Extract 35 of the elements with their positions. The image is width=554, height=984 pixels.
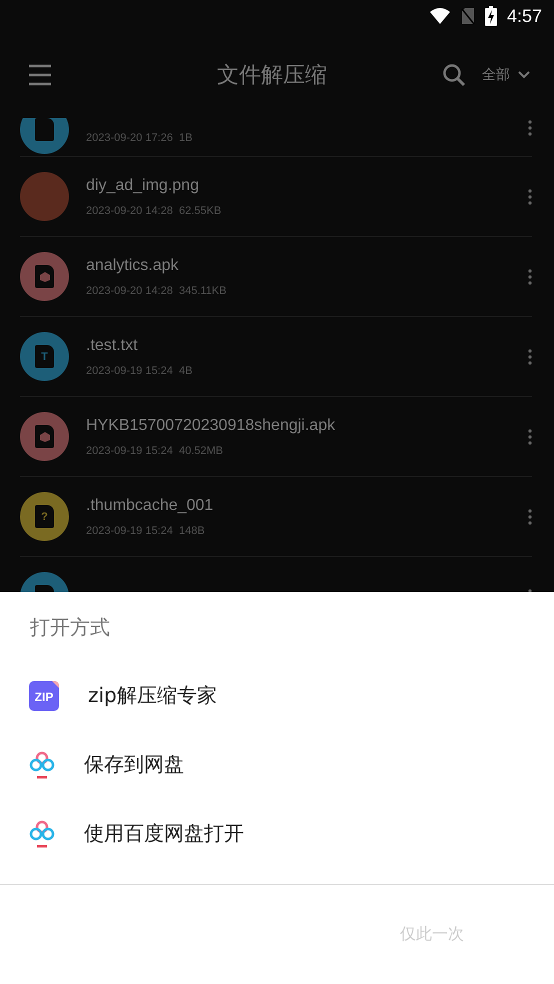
- file-details: 2023-09-19 15:24 4B: [86, 364, 194, 376]
- app-option[interactable]: ZIP zip解压缩专家: [0, 661, 554, 730]
- filter-dropdown[interactable]: 全部: [482, 62, 530, 88]
- status-time: 4:57: [506, 6, 542, 26]
- battery-charging-icon: [484, 6, 497, 26]
- search-icon[interactable]: [442, 63, 466, 87]
- file-details: 2023-09-20 14:28 62.55KB: [86, 204, 222, 216]
- cloud-app-icon: [29, 818, 55, 848]
- more-options-icon[interactable]: [528, 508, 532, 524]
- wifi-icon: [428, 7, 451, 25]
- file-name[interactable]: diy_ad_img.png: [86, 176, 528, 194]
- more-options-icon[interactable]: [528, 120, 532, 136]
- file-details: 2023-09-19 15:24 40.52MB: [86, 444, 224, 456]
- file-name[interactable]: .thumbcache_001: [86, 496, 528, 514]
- menu-icon[interactable]: [28, 64, 52, 86]
- file-name[interactable]: analytics.apk: [86, 256, 528, 274]
- file-name[interactable]: HYKB15700720230918shengji.apk: [86, 416, 528, 434]
- more-options-icon[interactable]: [528, 188, 532, 204]
- more-options-icon[interactable]: [528, 268, 532, 284]
- more-options-icon[interactable]: [528, 428, 532, 444]
- app-option[interactable]: 保存到网盘: [0, 730, 554, 799]
- more-options-icon[interactable]: [528, 348, 532, 364]
- file-type-icon: T: [20, 332, 69, 381]
- cloud-app-icon: [29, 750, 55, 780]
- file-details: 2023-09-19 15:24 148B: [86, 524, 206, 536]
- no-sim-icon: [460, 7, 475, 25]
- app-option[interactable]: 使用百度网盘打开: [0, 799, 554, 868]
- file-details: 2023-09-20 17:26 1B: [86, 132, 194, 144]
- file-type-icon: ?: [20, 492, 69, 541]
- file-details: 2023-09-20 14:28 345.11KB: [86, 284, 228, 296]
- zip-app-icon: ZIP: [29, 680, 59, 710]
- file-name[interactable]: .test.txt: [86, 336, 528, 354]
- sheet-title: 打开方式: [29, 614, 111, 641]
- chevron-down-icon: [518, 71, 530, 79]
- app-title: 文件解压缩: [216, 62, 328, 90]
